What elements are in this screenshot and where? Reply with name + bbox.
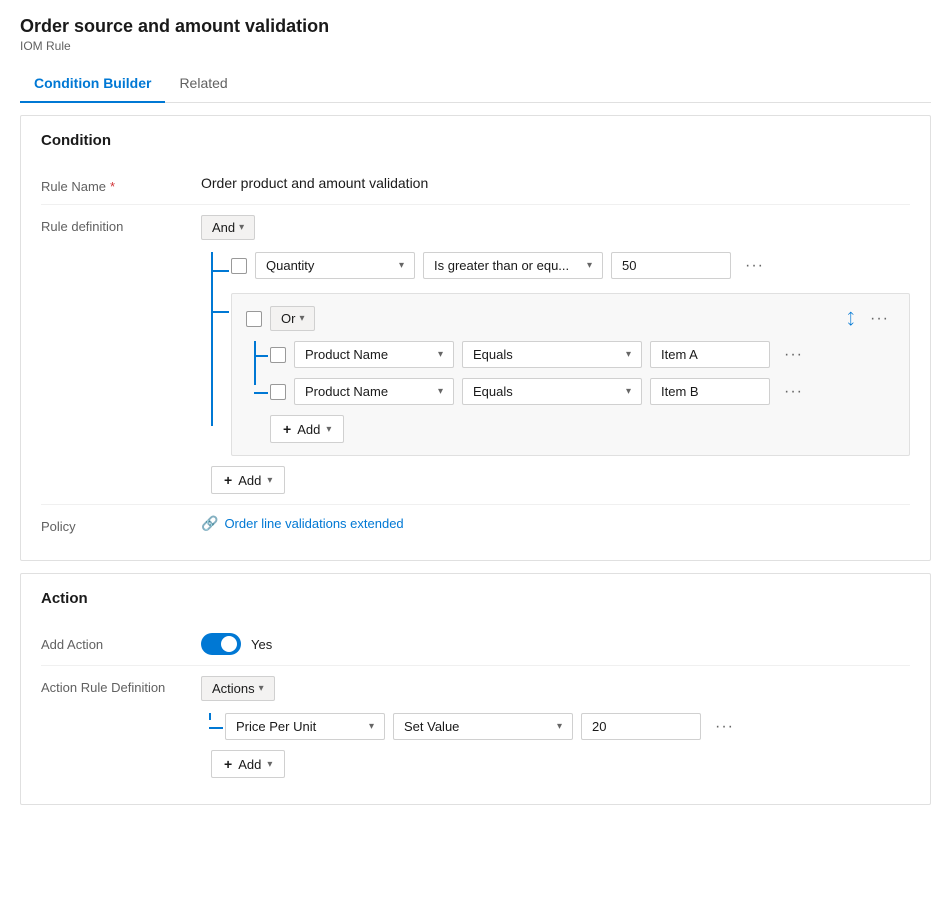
or-group-add-button[interactable]: + Add ▾ — [270, 415, 344, 443]
toggle-container: Yes — [201, 633, 910, 655]
policy-value: 🔗 Order line validations extended — [201, 515, 910, 532]
product-name-row-2: Product Name ▾ Equals ▾ Item B ··· — [270, 378, 895, 405]
or-group-header-left: Or ▾ — [246, 306, 315, 331]
product2-operator-chevron-icon: ▾ — [626, 386, 631, 397]
and-button[interactable]: And ▾ — [201, 215, 255, 240]
or-group-more-options-button[interactable]: ··· — [864, 308, 895, 330]
price-value-input[interactable]: 20 — [581, 713, 701, 740]
condition-add-chevron-icon: ▾ — [267, 475, 272, 486]
policy-link-icon: 🔗 — [201, 515, 218, 532]
action-rule-def-row: Action Rule Definition Actions ▾ Price P… — [41, 666, 910, 788]
tab-condition-builder[interactable]: Condition Builder — [20, 65, 165, 103]
condition-section-title: Condition — [41, 132, 910, 149]
action-add-button[interactable]: + Add ▾ — [211, 750, 285, 778]
quantity-checkbox[interactable] — [231, 258, 247, 274]
page-title: Order source and amount validation — [20, 16, 931, 37]
tab-related[interactable]: Related — [165, 65, 241, 103]
quantity-field-select[interactable]: Quantity ▾ — [255, 252, 415, 279]
quantity-condition-row: Quantity ▾ Is greater than or equ... ▾ 5… — [231, 252, 910, 279]
or-group-add-chevron-icon: ▾ — [326, 424, 331, 435]
product-name-row-1: Product Name ▾ Equals ▾ Item A ··· — [270, 341, 895, 368]
quantity-field-chevron-icon: ▾ — [399, 260, 404, 271]
page-subtitle: IOM Rule — [20, 39, 931, 53]
policy-label: Policy — [41, 515, 201, 534]
collapse-icon[interactable]: ⤡ — [840, 309, 860, 329]
policy-link-text: Order line validations extended — [224, 516, 403, 531]
quantity-operator-select[interactable]: Is greater than or equ... ▾ — [423, 252, 603, 279]
action-section-title: Action — [41, 590, 910, 607]
condition-section: Condition Rule Name* Order product and a… — [20, 115, 931, 561]
add-action-toggle[interactable] — [201, 633, 241, 655]
policy-link[interactable]: 🔗 Order line validations extended — [201, 515, 404, 532]
product2-operator-select[interactable]: Equals ▾ — [462, 378, 642, 405]
product1-more-options-button[interactable]: ··· — [778, 344, 809, 366]
or-group-actions: ⤡ ··· — [845, 308, 895, 330]
rule-name-value: Order product and amount validation — [201, 175, 910, 191]
price-field-select[interactable]: Price Per Unit ▾ — [225, 713, 385, 740]
or-chevron-icon: ▾ — [299, 313, 304, 324]
action-add-chevron-icon: ▾ — [267, 759, 272, 770]
rule-definition-row: Rule definition And ▾ Quantity ▾ — [41, 205, 910, 505]
rule-definition-value: And ▾ Quantity ▾ Is greater than or equ.… — [201, 215, 910, 494]
product2-field-select[interactable]: Product Name ▾ — [294, 378, 454, 405]
or-group-header: Or ▾ ⤡ ··· — [246, 306, 895, 331]
or-group-checkbox[interactable] — [246, 311, 262, 327]
action-section: Action Add Action Yes Action Rule Defini… — [20, 573, 931, 805]
or-group-container: Or ▾ ⤡ ··· — [231, 293, 910, 456]
price-operator-select[interactable]: Set Value ▾ — [393, 713, 573, 740]
price-per-unit-row: Price Per Unit ▾ Set Value ▾ 20 ··· — [225, 713, 910, 740]
action-rule-def-value: Actions ▾ Price Per Unit ▾ Set Value ▾ — [201, 676, 910, 778]
actions-tree: Price Per Unit ▾ Set Value ▾ 20 ··· — [201, 713, 910, 740]
product1-operator-select[interactable]: Equals ▾ — [462, 341, 642, 368]
product2-more-options-button[interactable]: ··· — [778, 381, 809, 403]
price-more-options-button[interactable]: ··· — [709, 716, 740, 738]
quantity-more-options-button[interactable]: ··· — [739, 255, 770, 277]
add-action-label: Add Action — [41, 633, 201, 652]
outer-tree: Quantity ▾ Is greater than or equ... ▾ 5… — [201, 252, 910, 456]
product2-field-chevron-icon: ▾ — [438, 386, 443, 397]
rule-definition-label: Rule definition — [41, 215, 201, 234]
actions-logic-chevron-icon: ▾ — [259, 683, 264, 694]
inner-tree: Product Name ▾ Equals ▾ Item A ··· — [246, 341, 895, 405]
product1-value-input[interactable]: Item A — [650, 341, 770, 368]
product1-field-chevron-icon: ▾ — [438, 349, 443, 360]
condition-add-button[interactable]: + Add ▾ — [211, 466, 285, 494]
or-button[interactable]: Or ▾ — [270, 306, 315, 331]
action-add-plus-icon: + — [224, 756, 232, 772]
condition-add-plus-icon: + — [224, 472, 232, 488]
or-group-add-plus-icon: + — [283, 421, 291, 437]
rule-name-row: Rule Name* Order product and amount vali… — [41, 165, 910, 205]
product1-field-select[interactable]: Product Name ▾ — [294, 341, 454, 368]
price-operator-chevron-icon: ▾ — [557, 721, 562, 732]
or-group: Or ▾ ⤡ ··· — [231, 293, 910, 456]
required-star: * — [110, 179, 115, 194]
tabs-container: Condition Builder Related — [20, 65, 931, 103]
product1-operator-chevron-icon: ▾ — [626, 349, 631, 360]
quantity-operator-chevron-icon: ▾ — [587, 260, 592, 271]
actions-logic-button[interactable]: Actions ▾ — [201, 676, 275, 701]
policy-row: Policy 🔗 Order line validations extended — [41, 505, 910, 544]
action-rule-def-label: Action Rule Definition — [41, 676, 201, 695]
product2-checkbox[interactable] — [270, 384, 286, 400]
product1-checkbox[interactable] — [270, 347, 286, 363]
quantity-value-input[interactable]: 50 — [611, 252, 731, 279]
rule-name-label: Rule Name* — [41, 175, 201, 194]
add-action-value: Yes — [201, 633, 910, 655]
and-chevron-icon: ▾ — [239, 222, 244, 233]
product2-value-input[interactable]: Item B — [650, 378, 770, 405]
price-field-chevron-icon: ▾ — [369, 721, 374, 732]
add-action-toggle-label: Yes — [251, 637, 272, 652]
add-action-row: Add Action Yes — [41, 623, 910, 666]
